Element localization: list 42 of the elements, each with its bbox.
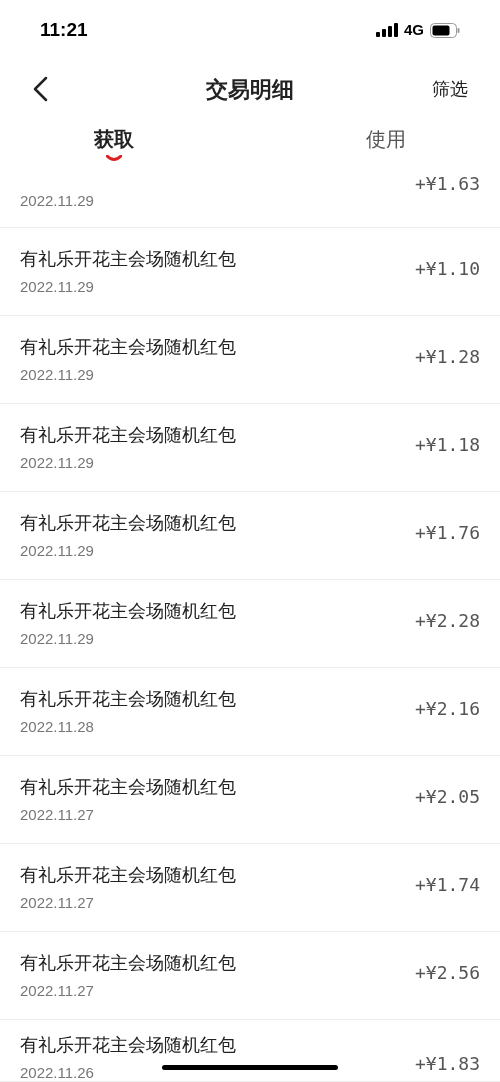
transaction-amount: +¥1.10 bbox=[414, 257, 480, 281]
transaction-date: 2022.11.29 bbox=[20, 453, 95, 472]
transaction-date: 2022.11.27 bbox=[20, 805, 95, 824]
status-time: 11:21 bbox=[40, 17, 88, 42]
tab[interactable]: 使用 bbox=[250, 118, 500, 162]
tab[interactable]: 获取 bbox=[0, 118, 250, 162]
transaction-date: 2022.11.29 bbox=[20, 365, 95, 384]
transaction-date: 2022.11.26 bbox=[20, 1064, 95, 1082]
transaction-amount: +¥1.63 bbox=[414, 172, 480, 196]
transaction-date: 2022.11.27 bbox=[20, 893, 95, 912]
transaction-date: 2022.11.28 bbox=[20, 717, 95, 736]
transaction-title: 有礼乐开花主会场随机红包 bbox=[20, 335, 236, 358]
tab-indicator bbox=[106, 155, 122, 162]
signal-icon bbox=[376, 23, 398, 37]
transaction-amount: +¥1.18 bbox=[414, 433, 480, 457]
transaction-title: 有礼乐开花主会场随机红包 bbox=[20, 687, 236, 710]
transaction-title: 有礼乐开花主会场随机红包 bbox=[20, 863, 236, 886]
page-title: 交易明细 bbox=[206, 75, 294, 104]
transaction-amount: +¥2.28 bbox=[414, 609, 480, 633]
filter-button[interactable]: 筛选 bbox=[432, 75, 468, 103]
transaction-amount: +¥2.56 bbox=[414, 961, 480, 985]
transaction-date: 2022.11.29 bbox=[20, 541, 95, 560]
transaction-amount: +¥1.28 bbox=[414, 345, 480, 369]
battery-icon bbox=[430, 22, 460, 38]
back-icon[interactable] bbox=[32, 76, 48, 102]
transaction-date: 2022.11.29 bbox=[20, 629, 95, 648]
transaction-amount: +¥2.05 bbox=[414, 785, 480, 809]
transaction-date: 2022.11.29 bbox=[20, 192, 94, 210]
network-label: 4G bbox=[404, 19, 424, 40]
transaction-title: 有礼乐开花主会场随机红包 bbox=[20, 599, 236, 622]
transaction-title: 有礼乐开花主会场随机红包 bbox=[20, 775, 236, 798]
transaction-title: 有礼乐开花主会场随机红包 bbox=[20, 1034, 236, 1056]
transaction-amount: +¥1.76 bbox=[414, 521, 480, 545]
transaction-title: 有礼乐开花主会场随机红包 bbox=[20, 423, 236, 446]
transaction-amount: +¥2.16 bbox=[414, 697, 480, 721]
transaction-amount: +¥1.83 bbox=[414, 1052, 480, 1076]
transaction-date: 2022.11.29 bbox=[20, 277, 95, 296]
transaction-title: 有礼乐开花主会场随机红包 bbox=[20, 511, 236, 534]
transaction-title: 有礼乐开花主会场随机红包 bbox=[20, 951, 236, 974]
transaction-title: 有礼乐开花主会场随机红包 bbox=[20, 247, 236, 270]
transaction-date: 2022.11.27 bbox=[20, 981, 95, 1000]
transaction-amount: +¥1.74 bbox=[414, 873, 480, 897]
